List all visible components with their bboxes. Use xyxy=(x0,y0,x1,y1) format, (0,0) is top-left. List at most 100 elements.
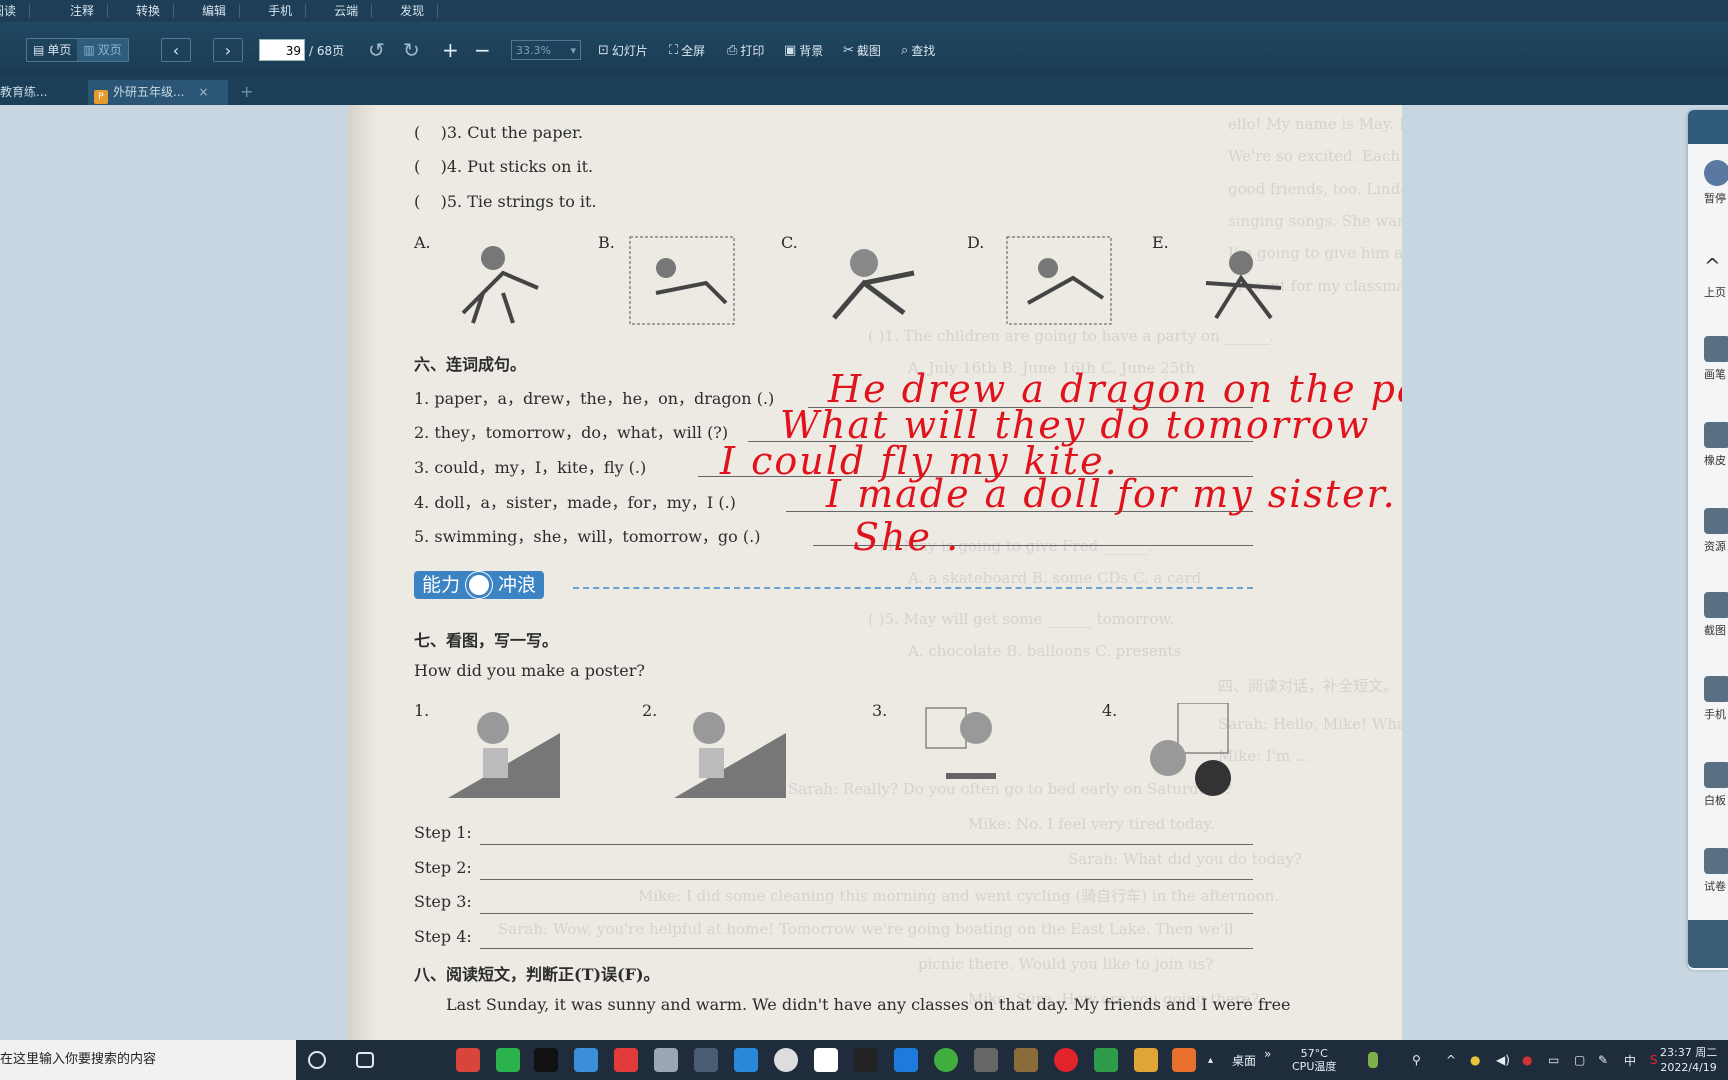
single-page-button[interactable]: ▤ 单页 xyxy=(27,39,77,61)
pic-label: B. xyxy=(598,233,615,252)
app-icon[interactable] xyxy=(774,1048,798,1072)
app-icon[interactable] xyxy=(814,1048,838,1072)
rotate-left-icon[interactable]: ↺ xyxy=(368,38,385,62)
bleed-line: ( )1. The children are going to have a p… xyxy=(868,327,1275,345)
new-tab-button[interactable]: + xyxy=(240,78,253,105)
tab-2[interactable]: P 外研五年级... × xyxy=(88,80,228,105)
app-icon[interactable] xyxy=(654,1048,678,1072)
exam-tool[interactable]: 试卷 xyxy=(1704,848,1728,894)
bleed-line: Sarah: Wow, you're helpful at home! Tomo… xyxy=(498,920,1234,938)
double-page-icon: ▥ xyxy=(83,43,95,57)
taskbar-search-input[interactable]: 在这里输入你要搜索的内容 xyxy=(0,1040,296,1080)
tray-chevron-icon[interactable]: ^ xyxy=(1446,1040,1456,1080)
speaker-icon[interactable]: ◀) xyxy=(1496,1040,1510,1080)
app-tray-icon[interactable]: ● xyxy=(1522,1040,1532,1080)
network-icon[interactable]: ⚲ xyxy=(1412,1040,1421,1080)
step-line xyxy=(480,879,1253,880)
find-button[interactable]: ⌕ 查找 xyxy=(901,42,935,59)
double-page-button[interactable]: ▥ 双页 xyxy=(77,39,128,61)
page-number-input[interactable]: 39 xyxy=(259,39,305,61)
app-icon[interactable] xyxy=(694,1048,718,1072)
app-icon[interactable] xyxy=(894,1048,918,1072)
taskbar-scroll[interactable]: ▴ xyxy=(1208,1040,1213,1080)
step-line xyxy=(480,948,1253,949)
zoom-in-icon[interactable]: + xyxy=(442,38,459,62)
menu-annotate[interactable]: 注释 xyxy=(64,0,112,22)
prev-page-button[interactable]: ‹ xyxy=(161,38,191,62)
menu-mobile[interactable]: 手机 xyxy=(262,0,310,22)
pic-label: A. xyxy=(414,233,431,252)
app-icon[interactable] xyxy=(974,1048,998,1072)
whiteboard-tool[interactable]: 白板 xyxy=(1704,762,1728,808)
dashed-divider xyxy=(573,587,1253,589)
app-icon[interactable] xyxy=(1054,1048,1078,1072)
pdf-app-icon[interactable] xyxy=(1172,1048,1196,1072)
fullscreen-button[interactable]: ⛶ 全屏 xyxy=(669,42,705,59)
cortana-icon[interactable] xyxy=(308,1051,326,1069)
shield-icon[interactable] xyxy=(1094,1048,1118,1072)
app-icon[interactable] xyxy=(614,1048,638,1072)
task-view-icon[interactable] xyxy=(356,1052,374,1068)
app-tray-icon[interactable]: ● xyxy=(1470,1040,1480,1080)
menu-convert[interactable]: 转换 xyxy=(130,0,178,22)
eraser-icon xyxy=(1704,422,1728,448)
screenshot-tool[interactable]: 截图 xyxy=(1704,592,1728,638)
document-page[interactable]: ello! My name is May. It's June 15th tod… xyxy=(348,105,1402,1040)
desktop-button[interactable]: 桌面 xyxy=(1232,1040,1256,1080)
resource-tool[interactable]: 资源 xyxy=(1704,508,1728,554)
app-icon[interactable] xyxy=(934,1048,958,1072)
sentence-item-2: 2. they，tomorrow，do，what，will (?) xyxy=(414,423,729,442)
bleed-line: ( )5. May will get some ______ tomorrow. xyxy=(868,610,1175,628)
pause-icon xyxy=(1704,160,1728,186)
eraser-tool[interactable]: 橡皮 xyxy=(1704,422,1728,468)
menu-edit[interactable]: 编辑 xyxy=(196,0,244,22)
background-label: 背景 xyxy=(799,43,824,58)
download-icon xyxy=(1704,508,1728,534)
handwritten-answer-5: She . xyxy=(853,515,961,559)
monitor-icon[interactable]: ▭ xyxy=(1548,1040,1559,1080)
zoom-select[interactable]: 33.3% ▾ xyxy=(511,40,581,60)
bleed-line: good friends, too. Linda likes reading b… xyxy=(1228,180,1402,198)
illustration-d xyxy=(1006,236,1112,325)
menu-discover[interactable]: 发现 xyxy=(394,0,442,22)
slideshow-icon: ⊡ xyxy=(598,42,609,58)
menu-cloud[interactable]: 云端 xyxy=(328,0,376,22)
app-icon[interactable] xyxy=(854,1048,878,1072)
phone-icon xyxy=(1704,676,1728,702)
background-button[interactable]: ▣ 背景 xyxy=(784,42,823,59)
rotate-right-icon[interactable]: ↻ xyxy=(403,38,420,62)
sentence-item-3: 3. could，my，I，kite，fly (.) xyxy=(414,458,647,477)
taskbar: 在这里输入你要搜索的内容 ▴ 桌面 » 57°C CPU温度 ⚲ ^ ● ◀) … xyxy=(0,1040,1728,1080)
app-icon[interactable] xyxy=(1014,1048,1038,1072)
handwritten-answer-4: I made a doll for my sister. xyxy=(826,472,1397,516)
screenshot-button[interactable]: ✂ 截图 xyxy=(843,42,881,59)
ability-banner: 能力 冲浪 xyxy=(414,571,545,599)
folder-icon[interactable] xyxy=(1134,1048,1158,1072)
sogou-icon[interactable]: S xyxy=(1650,1040,1658,1080)
fullscreen-icon: ⛶ xyxy=(669,42,679,58)
tab-2-label: 外研五年级... xyxy=(113,85,185,99)
close-icon[interactable]: × xyxy=(198,85,208,99)
ime-indicator[interactable]: 中 xyxy=(1624,1040,1636,1080)
toolbar: ▤ 单页 ▥ 双页 ‹ › 39 / 68页 ↺ ↻ + − 33.3% ▾ ⊡… xyxy=(0,22,1728,78)
pen-toggle-button[interactable] xyxy=(1688,920,1728,968)
print-button[interactable]: ⎙ 打印 xyxy=(727,42,764,59)
app-icon[interactable] xyxy=(574,1048,598,1072)
mobile-tool[interactable]: 手机 xyxy=(1704,676,1728,722)
double-chevron-icon[interactable]: » xyxy=(1264,1034,1271,1074)
app-icon[interactable] xyxy=(456,1048,480,1072)
app-icon[interactable] xyxy=(734,1048,758,1072)
zoom-out-icon[interactable]: − xyxy=(474,38,491,62)
clock[interactable]: 23:37 周二 2022/4/19 xyxy=(1660,1040,1717,1080)
slideshow-button[interactable]: ⊡ 幻灯片 xyxy=(598,42,648,59)
pen-tool[interactable]: 画笔 xyxy=(1704,336,1728,382)
next-page-button[interactable]: › xyxy=(213,38,243,62)
wechat-icon[interactable] xyxy=(496,1048,520,1072)
clipboard-icon[interactable]: ▢ xyxy=(1574,1040,1585,1080)
menu-read[interactable]: 阅读 xyxy=(0,0,34,22)
prev-page-tool[interactable]: ^ 上页 xyxy=(1704,254,1728,300)
pause-tool[interactable]: 暂停 xyxy=(1704,160,1728,206)
tab-1[interactable]: 教育练... xyxy=(0,80,53,105)
pen-tray-icon[interactable]: ✎ xyxy=(1598,1040,1608,1080)
app-icon[interactable] xyxy=(534,1048,558,1072)
